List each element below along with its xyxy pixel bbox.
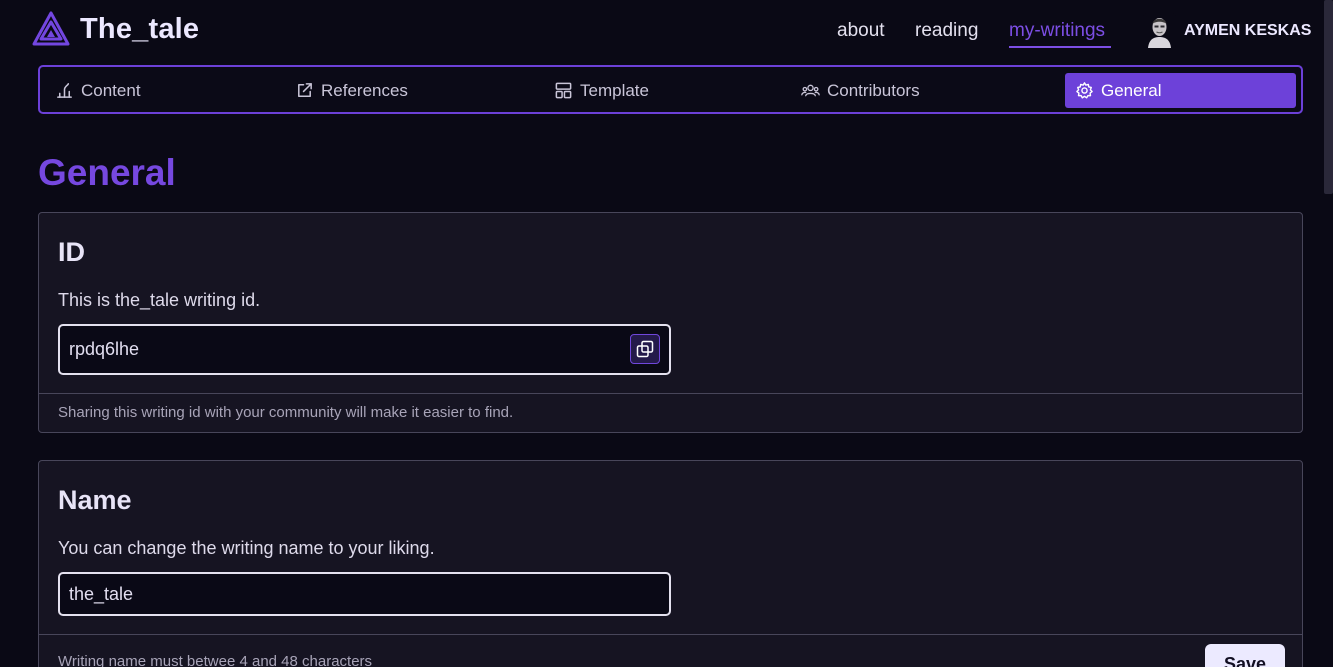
section-tabs: Content References Template Contributors: [38, 65, 1303, 114]
id-card: ID This is the_tale writing id. rpdq6lhe…: [38, 212, 1303, 433]
save-button[interactable]: Save: [1205, 644, 1285, 667]
top-nav: about reading my-writings: [837, 18, 1111, 48]
name-card-footer: Writing name must betwee 4 and 48 charac…: [39, 634, 1302, 667]
avatar: [1143, 13, 1176, 48]
tab-content-label: Content: [81, 80, 141, 100]
name-card-description: You can change the writing name to your …: [58, 538, 435, 558]
tab-template-label: Template: [580, 80, 649, 100]
id-card-title: ID: [58, 237, 85, 267]
id-card-footer-text: Sharing this writing id with your commun…: [58, 404, 514, 421]
writing-name-input[interactable]: the_tale: [58, 572, 671, 616]
users-icon: [801, 84, 820, 97]
content-icon: [57, 83, 72, 98]
template-icon: [555, 82, 572, 99]
tab-contributors-label: Contributors: [827, 80, 920, 100]
brand-name: The_tale: [80, 12, 200, 45]
user-menu[interactable]: AYMEN KESKAS: [1143, 13, 1311, 48]
user-name: AYMEN KESKAS: [1184, 21, 1312, 39]
tab-contributors[interactable]: Contributors: [801, 73, 920, 108]
id-card-footer: Sharing this writing id with your commun…: [39, 393, 1302, 433]
tab-general-label: General: [1101, 80, 1162, 100]
tab-content[interactable]: Content: [55, 73, 141, 108]
tab-template[interactable]: Template: [554, 73, 649, 108]
nav-link-my-writings[interactable]: my-writings: [1009, 18, 1111, 48]
tab-references-label: References: [321, 80, 408, 100]
name-card-footer-text: Writing name must betwee 4 and 48 charac…: [58, 653, 373, 667]
name-card-title: Name: [58, 485, 132, 515]
tab-references[interactable]: References: [295, 73, 408, 108]
brand-logo-icon: [32, 11, 70, 46]
nav-link-about[interactable]: about: [837, 18, 915, 48]
nav-link-reading[interactable]: reading: [915, 18, 1009, 48]
page-title: General: [38, 152, 176, 193]
writing-name-value: the_tale: [69, 583, 134, 604]
writing-id-value: rpdq6lhe: [69, 339, 140, 359]
copy-icon: [636, 340, 654, 358]
writing-id-field[interactable]: rpdq6lhe: [58, 324, 671, 375]
brand[interactable]: The_tale: [32, 11, 199, 47]
copy-id-button[interactable]: [630, 334, 660, 364]
name-card: Name You can change the writing name to …: [38, 460, 1303, 667]
gear-icon: [1076, 82, 1093, 99]
external-link-icon: [298, 83, 312, 97]
id-card-description: This is the_tale writing id.: [58, 290, 261, 310]
scrollbar-thumb[interactable]: [1324, 0, 1333, 194]
tab-general[interactable]: General: [1065, 73, 1296, 108]
page: The_tale about reading my-writings AYMEN…: [0, 0, 1333, 667]
